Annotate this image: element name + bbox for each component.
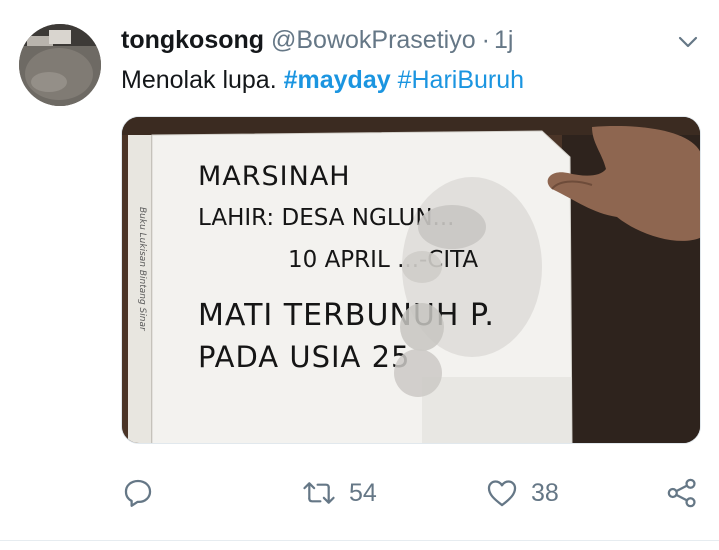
tweet-header: tongkosong @BowokPrasetiyo · 1j: [121, 24, 513, 56]
hashtag-hariburuh[interactable]: #HariBuruh: [398, 66, 524, 94]
like-button[interactable]: 38: [485, 470, 559, 516]
photo-line-5: PADA USIA 25: [198, 340, 411, 374]
tweet-text: Menolak lupa. #mayday #HariBuruh: [121, 64, 524, 96]
avatar[interactable]: [19, 24, 101, 106]
like-count: 38: [531, 478, 559, 507]
retweet-button[interactable]: 54: [301, 470, 377, 516]
display-name[interactable]: tongkosong: [121, 26, 264, 54]
heart-icon: [485, 476, 519, 510]
share-button[interactable]: [664, 470, 700, 516]
photo-line-2: LAHIR: DESA NGLUN...: [198, 205, 454, 231]
timestamp[interactable]: 1j: [494, 26, 513, 54]
divider: [0, 540, 719, 541]
chevron-down-icon[interactable]: [676, 30, 700, 54]
tweet: tongkosong @BowokPrasetiyo · 1j Menolak lu…: [0, 0, 719, 550]
share-icon: [664, 476, 700, 510]
tweet-text-lead: Menolak lupa.: [121, 66, 277, 94]
tweet-photo[interactable]: Buku Lukisan Bintang Sinar MARSINAH LAHI…: [121, 116, 701, 444]
photo-line-4: MATI TERBUNUH P.: [198, 298, 495, 333]
reply-button[interactable]: [121, 470, 167, 516]
hashtag-mayday[interactable]: #mayday: [284, 66, 391, 94]
tweet-actions: 54 38: [0, 470, 719, 516]
photo-line-3: 10 APRIL ...-CITA: [288, 247, 478, 273]
photo-line-1: MARSINAH: [198, 161, 351, 192]
reply-icon: [121, 476, 155, 510]
retweet-icon: [301, 476, 337, 510]
user-handle[interactable]: @BowokPrasetiyo: [271, 26, 476, 54]
retweet-count: 54: [349, 478, 377, 507]
separator-dot: ·: [481, 26, 490, 54]
book-spine-text: Buku Lukisan Bintang Sinar: [137, 207, 147, 332]
